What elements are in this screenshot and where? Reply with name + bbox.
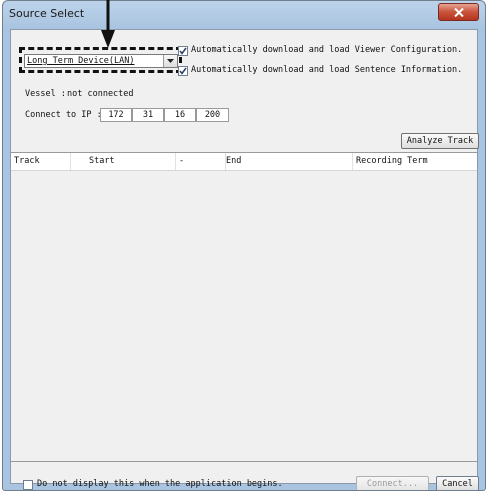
vessel-status: not connected <box>67 89 134 99</box>
close-x-icon <box>454 8 464 17</box>
checkmark-icon <box>179 67 187 75</box>
auto-sentence-info-checkbox[interactable] <box>178 66 188 76</box>
auto-viewer-config-checkbox[interactable] <box>178 46 188 56</box>
title-bar[interactable]: Source Select <box>3 1 485 29</box>
column-header-end[interactable]: End <box>223 153 353 170</box>
column-header-start[interactable]: Start <box>86 153 176 170</box>
dialog-client-area: Long Term Device(LAN) Automatically down… <box>10 29 479 490</box>
column-header-separator[interactable]: - <box>176 153 226 170</box>
window-title: Source Select <box>9 7 85 20</box>
do-not-display-checkbox[interactable] <box>23 480 33 490</box>
do-not-display-label: Do not display this when the application… <box>37 479 283 489</box>
close-button[interactable] <box>438 3 479 21</box>
cancel-button[interactable]: Cancel <box>436 476 479 490</box>
analyze-track-button[interactable]: Analyze Track <box>401 133 479 149</box>
ip-octet-4[interactable]: 200 <box>196 108 229 122</box>
auto-viewer-config-label: Automatically download and load Viewer C… <box>191 45 463 55</box>
table-header-row: Track Start - End Recording Term <box>11 153 477 171</box>
down-arrow-icon <box>101 0 115 48</box>
ip-octet-1[interactable]: 172 <box>100 108 132 122</box>
vessel-label: Vessel : <box>25 89 66 99</box>
connect-ip-label: Connect to IP : <box>25 110 102 120</box>
connect-button[interactable]: Connect... <box>356 476 429 490</box>
column-header-track[interactable]: Track <box>11 153 71 170</box>
column-header-recording-term[interactable]: Recording Term <box>353 153 483 170</box>
checkmark-icon <box>179 47 187 55</box>
callout-highlight-box <box>19 47 182 73</box>
source-select-window: Source Select Long Term Device(LAN) Auto… <box>2 0 486 491</box>
ip-octet-3[interactable]: 16 <box>164 108 196 122</box>
track-table[interactable]: Track Start - End Recording Term <box>11 152 477 462</box>
auto-sentence-info-label: Automatically download and load Sentence… <box>191 65 463 75</box>
ip-octet-2[interactable]: 31 <box>132 108 164 122</box>
